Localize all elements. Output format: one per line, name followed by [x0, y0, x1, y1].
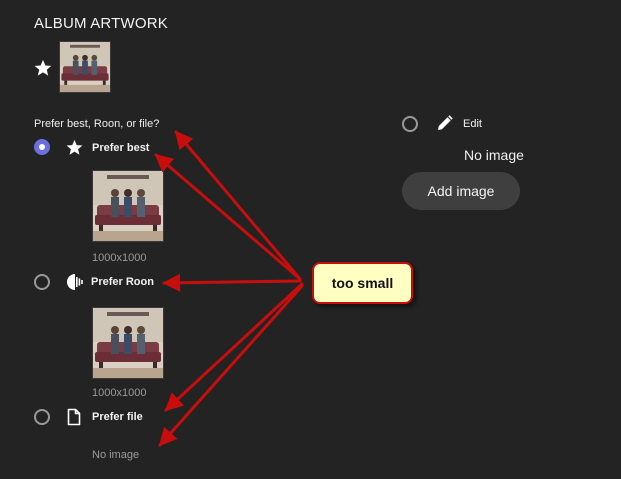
radio-prefer-roon[interactable] [34, 274, 50, 290]
arrow-to-no-image [158, 284, 304, 447]
arrow-to-prefer-roon [162, 273, 302, 292]
prefer-roon-dimensions: 1000x1000 [92, 387, 147, 399]
star-icon [34, 59, 52, 77]
annotation-callout: too small [312, 262, 413, 304]
arrow-to-prefer-best [154, 153, 302, 281]
option-label-prefer-best[interactable]: Prefer best [92, 142, 149, 154]
prefer-best-artwork[interactable] [92, 170, 164, 242]
section-title: ALBUM ARTWORK [34, 15, 169, 32]
add-image-button[interactable]: Add image [402, 172, 520, 210]
radio-edit[interactable] [402, 116, 418, 132]
current-artwork-thumbnail[interactable] [59, 41, 111, 93]
option-label-edit[interactable]: Edit [463, 118, 482, 130]
file-icon [67, 408, 81, 431]
radio-prefer-file[interactable] [34, 409, 50, 425]
pencil-icon [436, 115, 453, 137]
preference-question: Prefer best, Roon, or file? [34, 118, 160, 130]
option-label-prefer-roon[interactable]: Prefer Roon [91, 276, 154, 288]
roon-icon [66, 273, 84, 296]
prefer-file-status: No image [92, 449, 140, 461]
edit-status: No image [464, 147, 524, 163]
arrow-to-question [174, 130, 302, 281]
radio-prefer-best[interactable] [34, 139, 50, 155]
prefer-roon-artwork[interactable] [92, 307, 164, 379]
prefer-best-dimensions: 1000x1000 [92, 252, 147, 264]
option-label-prefer-file[interactable]: Prefer file [92, 411, 143, 423]
arrow-to-prefer-file [164, 282, 304, 412]
star-icon [66, 139, 83, 156]
